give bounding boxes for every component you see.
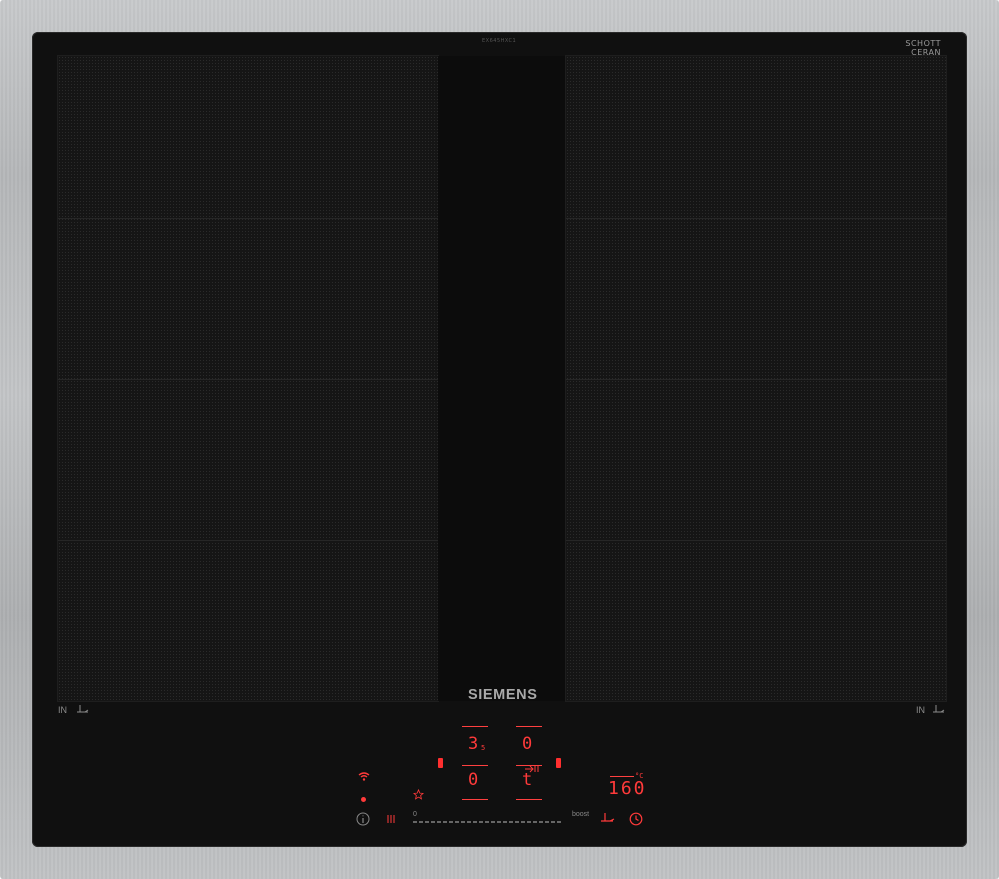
- zone-divider: [58, 218, 438, 219]
- zone-label-left: IN: [58, 705, 67, 715]
- display-rear-left-fraction: 5: [481, 744, 486, 752]
- display-bracket: [516, 726, 542, 727]
- slider-min-label: 0: [413, 811, 417, 818]
- pan-sensor-icon: [77, 705, 89, 713]
- pan-sensor-icon: [933, 705, 945, 713]
- zone-select-left[interactable]: [438, 758, 443, 768]
- zone-divider: [58, 540, 438, 541]
- cooking-zone-left[interactable]: [58, 56, 438, 701]
- power-slider[interactable]: [413, 821, 563, 823]
- display-front-right[interactable]: t: [522, 770, 532, 790]
- wifi-icon[interactable]: [358, 772, 370, 781]
- ceramic-glass-surface: EX645HXC1 SCHOTT CERAN SIEMENS IN IN 3 5…: [32, 32, 967, 847]
- glass-brand-mark: SCHOTT CERAN: [905, 39, 941, 57]
- pan-sensor-icon[interactable]: [600, 812, 616, 824]
- zone-label-right: IN: [916, 705, 925, 715]
- clock-icon[interactable]: [629, 812, 643, 826]
- center-strip: [438, 56, 566, 701]
- zone-divider: [58, 379, 438, 380]
- transfer-icon: [525, 765, 539, 773]
- cooking-zone-right[interactable]: [566, 56, 946, 701]
- info-icon[interactable]: [356, 812, 370, 826]
- glass-brand-line1: SCHOTT: [905, 39, 941, 48]
- display-bracket: [516, 799, 542, 800]
- display-bracket: [462, 799, 488, 800]
- display-rear-right[interactable]: 0: [522, 734, 532, 754]
- display-rear-left[interactable]: 3: [468, 734, 478, 754]
- lock-icon[interactable]: [386, 813, 396, 825]
- slider-max-label[interactable]: boost: [572, 811, 589, 818]
- status-dot: [361, 797, 366, 802]
- zone-divider: [566, 540, 946, 541]
- brand-logo: SIEMENS: [468, 687, 538, 703]
- zone-divider: [566, 218, 946, 219]
- star-icon[interactable]: [413, 789, 424, 800]
- zone-select-right[interactable]: [556, 758, 561, 768]
- display-front-left[interactable]: 0: [468, 770, 478, 790]
- timer-display[interactable]: 160: [608, 778, 647, 799]
- display-bracket: [462, 765, 488, 766]
- model-code: EX645HXC1: [482, 38, 517, 44]
- display-bracket: [610, 776, 634, 777]
- zone-divider: [566, 379, 946, 380]
- display-bracket: [462, 726, 488, 727]
